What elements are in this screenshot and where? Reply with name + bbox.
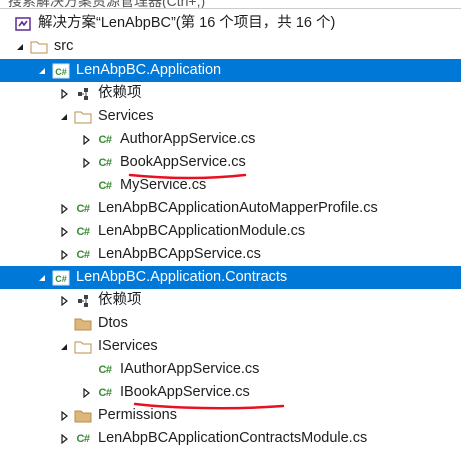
- expand-chevron-icon[interactable]: [58, 243, 70, 266]
- tree-item-app-dependencies[interactable]: 依赖项: [0, 82, 461, 105]
- tree-item-permissions-folder[interactable]: Permissions: [0, 404, 461, 427]
- solution-label: 解决方案“LenAbpBC”(第 16 个项目，共 16 个): [38, 15, 336, 31]
- tree-item-iservices-folder[interactable]: IServices: [0, 335, 461, 358]
- contracts-module-label: LenAbpBCApplicationContractsModule.cs: [98, 430, 368, 446]
- dependencies-icon: [74, 292, 92, 310]
- collapse-chevron-icon[interactable]: [58, 335, 70, 358]
- folder-icon: [74, 108, 92, 126]
- expand-chevron-icon[interactable]: [80, 151, 92, 174]
- tree-item-application-project[interactable]: C# LenAbpBC.Application: [0, 59, 461, 82]
- collapse-chevron-icon[interactable]: [36, 59, 48, 82]
- expand-chevron-icon[interactable]: [58, 197, 70, 220]
- dtos-folder-label: Dtos: [98, 315, 128, 331]
- iauthor-app-service-label: IAuthorAppService.cs: [120, 361, 260, 377]
- tree-item-book-app-service[interactable]: C# BookAppService.cs: [0, 151, 461, 174]
- book-app-service-label: BookAppService.cs: [120, 154, 246, 170]
- contracts-project-label: LenAbpBC.Application.Contracts: [76, 269, 288, 285]
- folder-icon: [30, 38, 48, 56]
- services-folder-label: Services: [98, 108, 154, 124]
- application-module-label: LenAbpBCApplicationModule.cs: [98, 223, 306, 239]
- expand-chevron-icon[interactable]: [58, 427, 70, 450]
- expand-chevron-icon[interactable]: [80, 381, 92, 404]
- svg-text:C#: C#: [55, 67, 67, 77]
- csharp-file-icon: C#: [76, 432, 90, 445]
- solution-icon: [14, 15, 32, 33]
- contracts-dependencies-label: 依赖项: [98, 292, 142, 308]
- expand-chevron-icon[interactable]: [58, 289, 70, 312]
- tree-item-services-folder[interactable]: Services: [0, 105, 461, 128]
- search-box[interactable]: 搜索解决方案资源管理器(Ctrl+;): [0, 0, 461, 9]
- author-app-service-label: AuthorAppService.cs: [120, 131, 256, 147]
- csharp-file-icon: C#: [76, 225, 90, 238]
- collapse-chevron-icon[interactable]: [14, 35, 26, 58]
- expand-chevron-icon[interactable]: [58, 404, 70, 427]
- my-service-label: MyService.cs: [120, 177, 207, 193]
- svg-text:C#: C#: [55, 274, 67, 284]
- tree-item-contracts-project[interactable]: C# LenAbpBC.Application.Contracts: [0, 266, 461, 289]
- csharp-file-icon: C#: [98, 386, 112, 399]
- app-dependencies-label: 依赖项: [98, 85, 142, 101]
- tree-item-dtos-folder[interactable]: Dtos: [0, 312, 461, 335]
- csharp-file-icon: C#: [98, 179, 112, 192]
- csharp-file-icon: C#: [98, 156, 112, 169]
- tree-item-my-service[interactable]: C# MyService.cs: [0, 174, 461, 197]
- folder-icon: [74, 407, 92, 425]
- automapper-profile-label: LenAbpBCApplicationAutoMapperProfile.cs: [98, 200, 378, 216]
- folder-icon: [74, 315, 92, 333]
- csharp-file-icon: C#: [76, 248, 90, 261]
- tree-item-automapper-profile[interactable]: C# LenAbpBCApplicationAutoMapperProfile.…: [0, 197, 461, 220]
- tree-item-iauthor-app-service[interactable]: C# IAuthorAppService.cs: [0, 358, 461, 381]
- folder-icon: [74, 338, 92, 356]
- csharp-file-icon: C#: [98, 133, 112, 146]
- tree-item-contracts-dependencies[interactable]: 依赖项: [0, 289, 461, 312]
- collapse-chevron-icon[interactable]: [36, 266, 48, 289]
- expand-chevron-icon[interactable]: [58, 82, 70, 105]
- expand-chevron-icon[interactable]: [80, 128, 92, 151]
- csharp-file-icon: C#: [98, 363, 112, 376]
- tree-item-author-app-service[interactable]: C# AuthorAppService.cs: [0, 128, 461, 151]
- tree-item-src[interactable]: src: [0, 35, 461, 58]
- permissions-folder-label: Permissions: [98, 407, 177, 423]
- src-folder-label: src: [54, 38, 74, 54]
- search-placeholder: 搜索解决方案资源管理器(Ctrl+;): [8, 0, 206, 9]
- tree-item-app-service[interactable]: C# LenAbpBCAppService.cs: [0, 243, 461, 266]
- tree-item-application-module[interactable]: C# LenAbpBCApplicationModule.cs: [0, 220, 461, 243]
- ibook-app-service-label: IBookAppService.cs: [120, 384, 250, 400]
- iservices-folder-label: IServices: [98, 338, 158, 354]
- tree-item-ibook-app-service[interactable]: C# IBookAppService.cs: [0, 381, 461, 404]
- csharp-file-icon: C#: [76, 202, 90, 215]
- app-service-label: LenAbpBCAppService.cs: [98, 246, 261, 262]
- application-project-label: LenAbpBC.Application: [76, 62, 222, 78]
- tree-item-solution[interactable]: 解决方案“LenAbpBC”(第 16 个项目，共 16 个): [0, 12, 461, 35]
- tree-item-contracts-module[interactable]: C# LenAbpBCApplicationContractsModule.cs: [0, 427, 461, 450]
- dependencies-icon: [74, 85, 92, 103]
- collapse-chevron-icon[interactable]: [58, 105, 70, 128]
- csharp-project-icon: C#: [52, 269, 70, 287]
- csharp-project-icon: C#: [52, 62, 70, 80]
- expand-chevron-icon[interactable]: [58, 220, 70, 243]
